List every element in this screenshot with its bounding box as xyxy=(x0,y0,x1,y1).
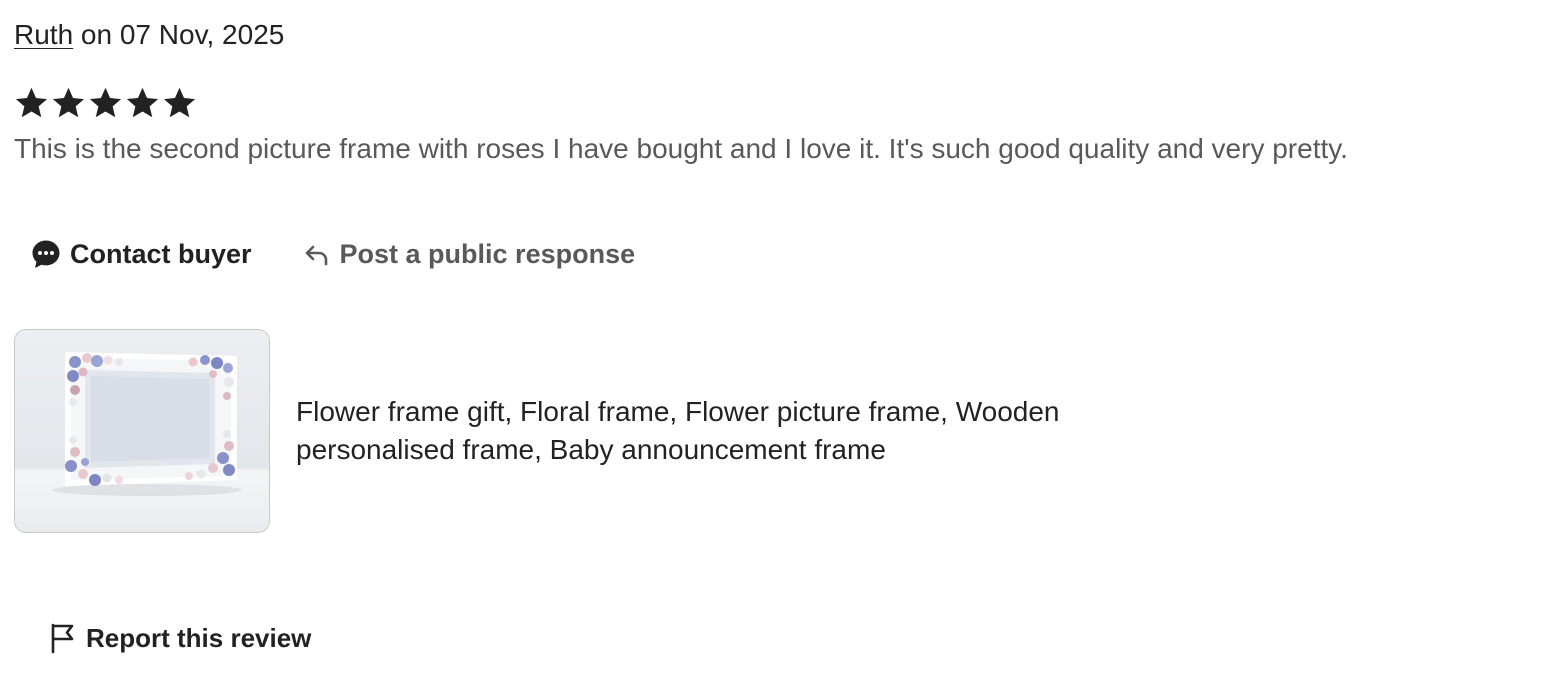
review-text: This is the second picture frame with ro… xyxy=(14,133,1348,164)
star-rating xyxy=(14,84,197,122)
post-public-response-label: Post a public response xyxy=(339,238,636,269)
chat-bubble-icon xyxy=(30,238,62,270)
star-icon xyxy=(89,87,122,118)
star-icon xyxy=(163,87,196,118)
listing-thumbnail[interactable] xyxy=(14,329,270,533)
contact-buyer-label: Contact buyer xyxy=(70,238,252,269)
review-card: Ruth on 07 Nov, 2025 This is the second … xyxy=(0,0,1560,696)
report-review-button[interactable]: Report this review xyxy=(44,618,315,658)
star-icon xyxy=(52,87,85,118)
reviewer-name-link[interactable]: Ruth xyxy=(14,19,73,50)
review-date: on 07 Nov, 2025 xyxy=(73,19,285,50)
star-icon xyxy=(15,87,48,118)
review-actions: Contact buyer Post a public response xyxy=(26,234,639,274)
frame-photo xyxy=(15,330,269,532)
flag-icon xyxy=(48,622,78,654)
listing-title-link[interactable]: Flower frame gift, Floral frame, Flower … xyxy=(296,393,1156,469)
post-public-response-button[interactable]: Post a public response xyxy=(298,235,640,274)
star-icon xyxy=(126,87,159,118)
contact-buyer-button[interactable]: Contact buyer xyxy=(26,234,256,274)
reply-arrow-icon xyxy=(302,239,332,269)
report-review-label: Report this review xyxy=(86,622,312,653)
review-byline: Ruth on 07 Nov, 2025 xyxy=(14,16,284,54)
listing-item: Flower frame gift, Floral frame, Flower … xyxy=(14,329,1156,533)
